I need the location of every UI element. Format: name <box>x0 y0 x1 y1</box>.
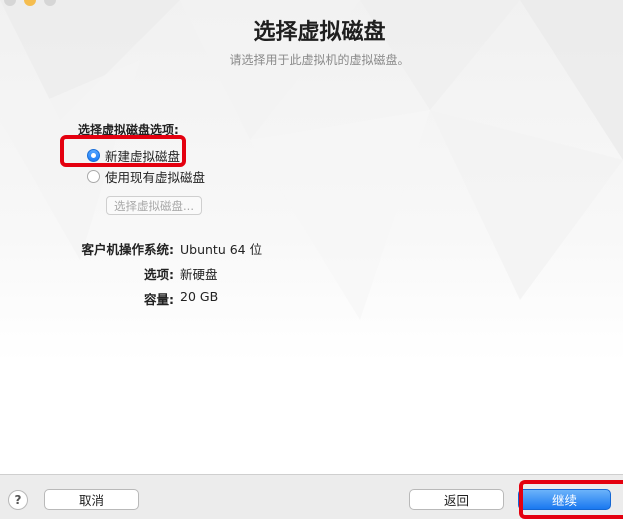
summary-value: 20 GB <box>180 289 219 304</box>
help-button[interactable]: ? <box>8 490 28 510</box>
zoom-window-button[interactable] <box>44 0 56 6</box>
summary-row-capacity: 容量: 20 GB <box>0 289 218 308</box>
page-title-text: 选择虚拟磁盘 <box>253 20 386 45</box>
choose-disk-button[interactable]: 选择虚拟磁盘... <box>106 196 202 215</box>
radio-unselected-icon[interactable] <box>87 170 100 183</box>
summary-row-option: 选项: 新硬盘 <box>0 264 218 283</box>
annotation-highlight-continue <box>519 480 623 519</box>
help-icon: ? <box>14 493 22 507</box>
close-window-button[interactable] <box>4 0 16 6</box>
radio-existing-disk-label[interactable]: 使用现有虚拟磁盘 <box>105 167 205 186</box>
summary-value: 新硬盘 <box>180 267 218 282</box>
summary-row-os: 客户机操作系统: Ubuntu 64 位 <box>0 239 263 258</box>
page-title: 选择虚拟磁盘 <box>0 14 623 46</box>
annotation-highlight-new-disk <box>60 135 186 167</box>
summary-key: 容量: <box>144 292 174 307</box>
summary-value: Ubuntu 64 位 <box>180 242 263 257</box>
radio-existing-disk[interactable]: 使用现有虚拟磁盘 <box>87 167 205 186</box>
wizard-window: 选择虚拟磁盘 请选择用于此虚拟机的虚拟磁盘。 选择虚拟磁盘选项: 新建虚拟磁盘 … <box>0 0 623 519</box>
back-button[interactable]: 返回 <box>409 489 504 510</box>
page-subtitle: 请选择用于此虚拟机的虚拟磁盘。 <box>0 51 623 68</box>
summary-key: 客户机操作系统: <box>81 242 175 257</box>
summary-key: 选项: <box>144 267 174 282</box>
cancel-button[interactable]: 取消 <box>44 489 139 510</box>
window-controls <box>4 0 56 6</box>
page-subtitle-text: 请选择用于此虚拟机的虚拟磁盘。 <box>229 53 410 67</box>
minimize-window-button[interactable] <box>24 0 36 6</box>
